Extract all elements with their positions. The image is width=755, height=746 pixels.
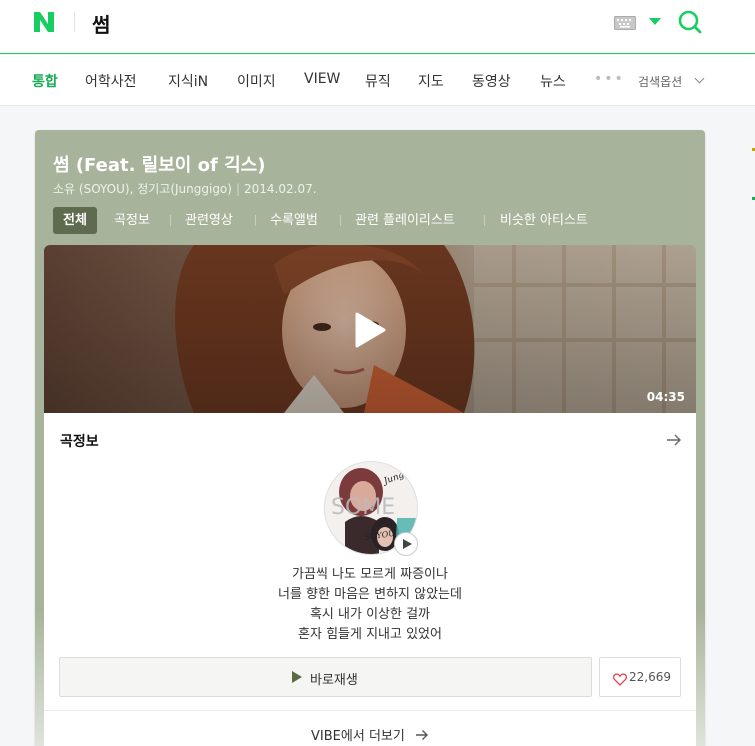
lyrics-line: 가끔씩 나도 모르게 짜증이나 [292,567,448,582]
video-duration: 04:35 [646,390,685,404]
search-options-button[interactable]: 검색옵션 [638,73,682,90]
meta-separator: | [235,182,241,196]
header-divider [74,12,75,32]
keyboard-icon[interactable] [614,15,636,34]
tab-integrated[interactable]: 통합 [32,71,58,91]
song-artists[interactable]: 소유 (SOYOU), 정기고(Junggigo) [53,182,232,196]
release-date: 2014.02.07. [244,182,317,196]
like-count: 22,669 [629,670,671,684]
pill-albums[interactable]: 수록앨범 [270,207,318,234]
search-tabs: 통합 어학사전 지식iN 이미지 VIEW 뮤직 지도 동영상 뉴스 ••• 검… [0,55,755,106]
pill-separator [255,215,256,226]
album-text-title: SOME [331,495,395,520]
pill-similar-artists[interactable]: 비슷한 아티스트 [500,207,588,234]
music-video-thumbnail[interactable]: 04:35 [44,245,696,413]
chevron-down-icon[interactable] [694,73,705,84]
naver-n-logo-icon[interactable] [32,10,56,34]
pill-separator [340,215,341,226]
song-title[interactable]: 썸 (Feat. 릴보이 of 긱스) [53,151,265,177]
pill-separator [170,215,171,226]
tab-music[interactable]: 뮤직 [365,71,391,91]
tab-view[interactable]: VIEW [304,71,340,87]
lyrics-line: 혼자 힘들게 지내고 있었어 [298,627,442,642]
vibe-more-link[interactable]: VIBE에서 더보기 [44,725,696,745]
tab-map[interactable]: 지도 [418,71,444,91]
pill-related-video[interactable]: 관련영상 [185,207,233,234]
pill-all[interactable]: 전체 [53,207,97,234]
vibe-more-label: VIBE에서 더보기 [311,729,405,744]
tab-images[interactable]: 이미지 [237,71,276,91]
like-button[interactable]: 22,669 [599,657,681,697]
play-icon[interactable] [353,312,387,348]
tab-news[interactable]: 뉴스 [540,71,566,91]
album-play-icon[interactable] [394,532,418,556]
section-title[interactable]: 곡정보 [60,431,99,451]
arrow-right-icon [415,729,429,745]
lyrics-excerpt: 가끔씩 나도 모르게 짜증이나 너를 향한 마음은 변하지 않았는데 혹시 내가… [44,565,696,645]
lyrics-line: 혹시 내가 이상한 걸까 [309,607,431,622]
music-card: 썸 (Feat. 릴보이 of 긱스) 소유 (SOYOU), 정기고(Jung… [35,130,705,746]
heart-icon [612,671,628,690]
tab-dictionary[interactable]: 어학사전 [85,71,137,91]
lyrics-line: 너를 향한 마음은 변하지 않았는데 [278,587,462,602]
arrow-right-icon[interactable] [666,432,682,451]
more-tabs-icon[interactable]: ••• [594,71,625,87]
song-meta: 소유 (SOYOU), 정기고(Junggigo) | 2014.02.07. [53,180,317,197]
search-header: 썸 [0,0,755,54]
search-icon[interactable] [677,9,703,39]
play-now-label: 바로재생 [310,673,358,688]
pill-song-info[interactable]: 곡정보 [114,207,150,234]
divider [44,710,696,711]
search-query[interactable]: 썸 [92,9,110,38]
pill-separator [484,215,485,226]
play-icon [292,671,302,683]
play-now-button[interactable]: 바로재생 [59,657,592,697]
tab-knowledge-in[interactable]: 지식iN [168,71,208,91]
chevron-down-icon[interactable] [649,18,661,25]
tab-video[interactable]: 동영상 [472,71,511,91]
pill-related-playlists[interactable]: 관련 플레이리스트 [355,207,455,234]
